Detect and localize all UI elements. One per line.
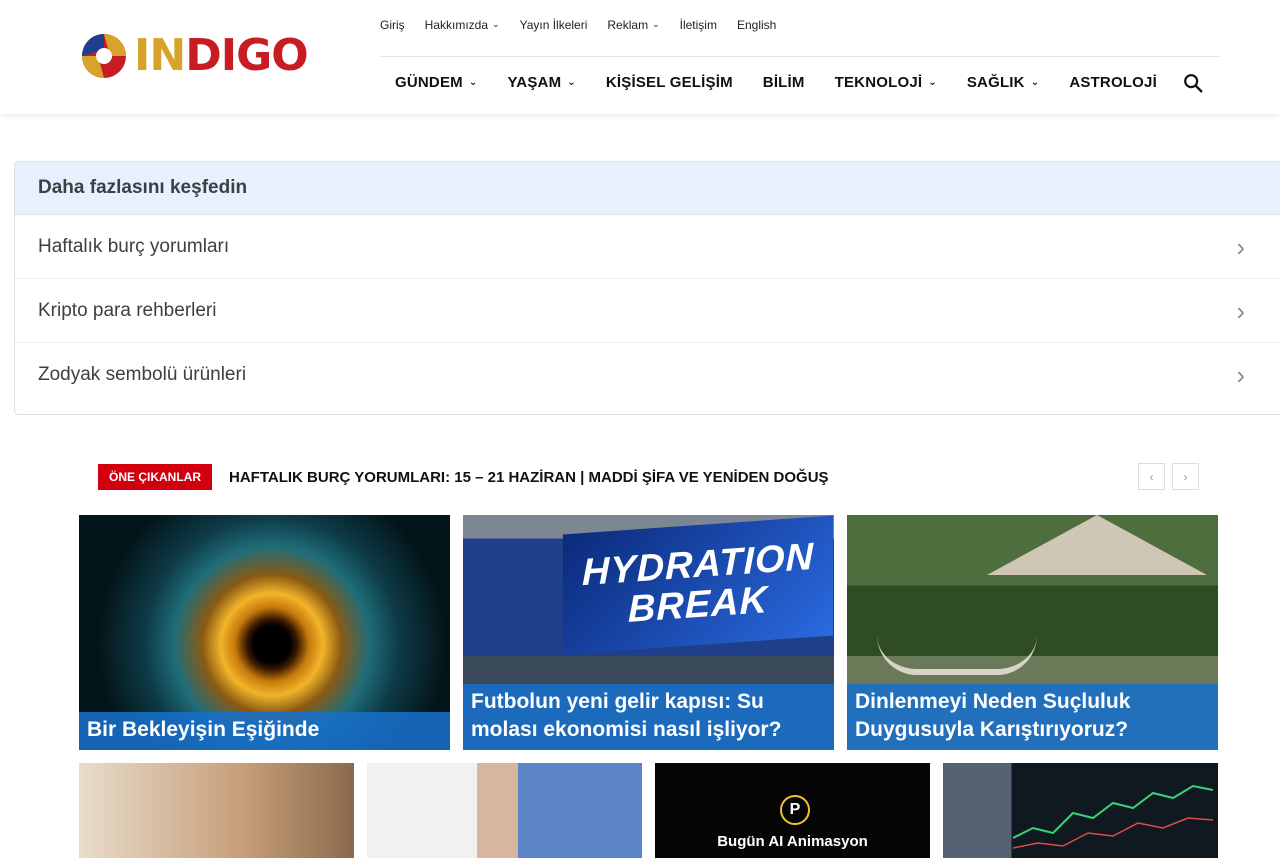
- article-thumbnail[interactable]: P Bugün AI Animasyon: [655, 763, 930, 858]
- chevron-down-icon: ⌄: [928, 77, 937, 88]
- article-thumbnail[interactable]: [79, 763, 354, 858]
- discover-more-box: Daha fazlasını keşfedin Haftalık burç yo…: [14, 161, 1280, 415]
- card-title: Bir Bekleyişin Eşiğinde: [79, 712, 450, 750]
- article-thumbnail[interactable]: [943, 763, 1218, 858]
- chevron-down-icon: ⌄: [468, 77, 478, 88]
- site-logo[interactable]: INDIGO: [80, 30, 309, 82]
- top-navigation: Giriş Hakkımızda ⌄ Yayın İlkeleri Reklam ⌄…: [380, 18, 776, 32]
- search-icon[interactable]: [1182, 72, 1204, 94]
- topnav-iletisim[interactable]: İletişim: [680, 18, 717, 32]
- chevron-right-icon: ›: [1236, 360, 1245, 390]
- topnav-giris[interactable]: Giriş: [380, 18, 405, 32]
- article-thumbnail[interactable]: [367, 763, 642, 858]
- app-logo-icon: P: [780, 795, 810, 825]
- feature-card[interactable]: HYDRATION BREAK Futbolun yeni gelir kapı…: [463, 515, 834, 750]
- nav-bilim[interactable]: BİLİM: [763, 74, 805, 91]
- card-title: Dinlenmeyi Neden Suçluluk Duygusuyla Kar…: [847, 684, 1218, 750]
- topnav-reklam[interactable]: Reklam ⌄: [607, 18, 659, 32]
- discover-title: Daha fazlasını keşfedin: [15, 162, 1280, 215]
- chevron-left-icon: ‹: [1149, 469, 1154, 484]
- nav-teknoloji[interactable]: TEKNOLOJİ ⌄: [835, 74, 937, 91]
- discover-item-label: Haftalık burç yorumları: [38, 235, 230, 257]
- chevron-down-icon: ⌄: [1030, 77, 1040, 88]
- discover-item-label: Kripto para rehberleri: [38, 299, 217, 321]
- thumbnail-label: Bugün AI Animasyon: [717, 833, 868, 850]
- chevron-right-icon: ›: [1236, 295, 1245, 326]
- main-navigation: GÜNDEM ⌄ YAŞAM ⌄ KİŞİSEL GELİŞİM BİLİM TEK…: [395, 74, 1187, 91]
- featured-ticker: ÖNE ÇIKANLAR HAFTALIK BURÇ YORUMLARI: 15…: [98, 463, 1200, 491]
- feature-card[interactable]: Bir Bekleyişin Eşiğinde: [79, 515, 450, 750]
- nav-yasam[interactable]: YAŞAM ⌄: [507, 74, 575, 91]
- header-divider: [380, 56, 1220, 57]
- chevron-down-icon: ⌄: [492, 18, 500, 29]
- umbrella-shape: [987, 515, 1207, 575]
- topnav-yayin-ilkeleri[interactable]: Yayın İlkeleri: [520, 18, 588, 32]
- card-title: Futbolun yeni gelir kapısı: Su molası ek…: [463, 684, 834, 750]
- chevron-down-icon: ⌄: [652, 18, 660, 29]
- discover-item[interactable]: Zodyak sembolü ürünleri ›: [15, 343, 1280, 407]
- feature-card[interactable]: Dinlenmeyi Neden Suçluluk Duygusuyla Kar…: [847, 515, 1218, 750]
- ticker-prev-button[interactable]: ‹: [1138, 463, 1165, 490]
- topnav-english[interactable]: English: [737, 18, 776, 32]
- nav-saglik[interactable]: SAĞLIK ⌄: [967, 74, 1039, 91]
- nav-kisisel-gelisim[interactable]: KİŞİSEL GELİŞİM: [606, 74, 733, 91]
- nav-gundem[interactable]: GÜNDEM ⌄: [395, 74, 477, 91]
- chevron-right-icon: ›: [1183, 469, 1188, 484]
- nav-astroloji[interactable]: ASTROLOJİ: [1069, 74, 1157, 91]
- ticker-headline[interactable]: HAFTALIK BURÇ YORUMLARI: 15 – 21 HAZİRAN…: [229, 469, 829, 486]
- logo-aperture-icon: [82, 34, 126, 78]
- chevron-right-icon: ›: [1236, 231, 1245, 262]
- stadium-screen: HYDRATION BREAK: [563, 515, 833, 655]
- discover-item[interactable]: Haftalık burç yorumları ›: [15, 215, 1280, 279]
- logo-wordmark: INDIGO: [134, 30, 309, 81]
- trading-chart-image: [1013, 784, 1213, 849]
- hammock-shape: [877, 635, 1037, 675]
- site-header: INDIGO Giriş Hakkımızda ⌄ Yayın İlkeleri …: [0, 0, 1280, 114]
- featured-badge: ÖNE ÇIKANLAR: [98, 464, 212, 490]
- discover-item-label: Zodyak sembolü ürünleri: [38, 364, 247, 385]
- chevron-down-icon: ⌄: [567, 77, 576, 88]
- topnav-hakkimizda[interactable]: Hakkımızda ⌄: [425, 18, 500, 32]
- discover-item[interactable]: Kripto para rehberleri ›: [15, 279, 1280, 343]
- ticker-next-button[interactable]: ›: [1172, 463, 1199, 490]
